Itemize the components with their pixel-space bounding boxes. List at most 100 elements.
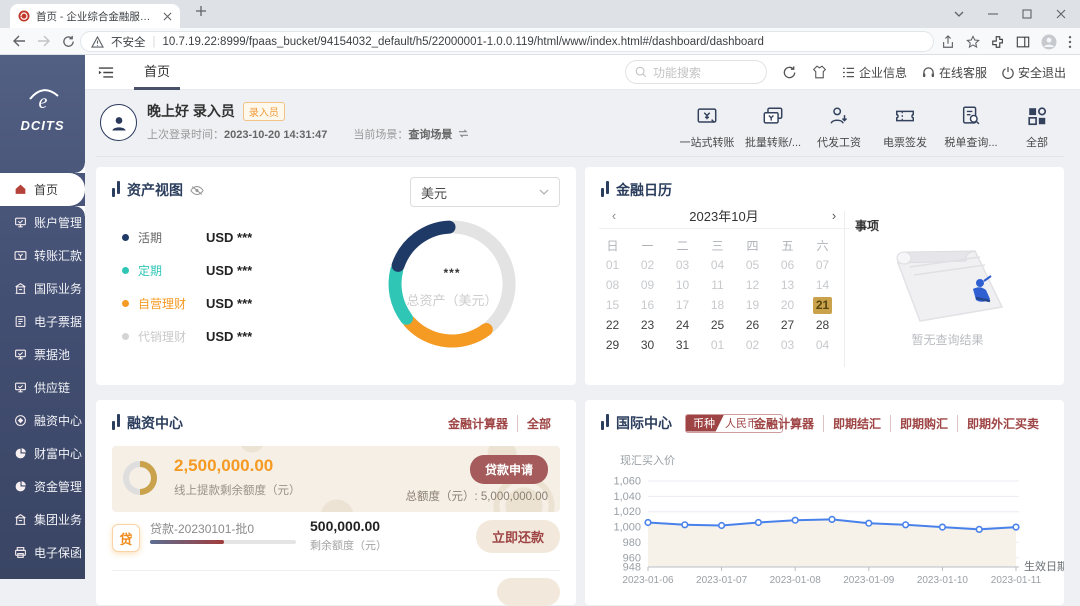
sidebar-item-1[interactable]: 账户管理: [0, 206, 85, 239]
financing-link-1[interactable]: 全部: [517, 415, 560, 432]
calendar-prev-icon[interactable]: ‹: [599, 208, 629, 223]
calendar-day[interactable]: 04: [700, 255, 735, 275]
refresh-icon[interactable]: [782, 65, 797, 80]
calendar-day[interactable]: 25: [700, 315, 735, 335]
currency-select[interactable]: 美元: [410, 177, 560, 207]
sidebar-item-0[interactable]: 首页: [0, 173, 85, 206]
international-link-2[interactable]: 即期购汇: [890, 415, 957, 432]
sidebar-item-6[interactable]: 供应链: [0, 371, 85, 404]
calendar-day[interactable]: 15: [595, 295, 630, 315]
calendar-day[interactable]: 29: [595, 335, 630, 355]
browser-menu-dots-icon[interactable]: [1068, 35, 1072, 49]
quick-action-1[interactable]: 批量转账/...: [740, 96, 806, 150]
calendar-day[interactable]: 07: [805, 255, 840, 275]
calendar-day[interactable]: 22: [595, 315, 630, 335]
sidebar-item-2[interactable]: 转账汇款: [0, 239, 85, 272]
function-search-input[interactable]: 功能搜索: [625, 60, 767, 84]
calendar-day[interactable]: 10: [665, 275, 700, 295]
menu-company-info[interactable]: 企业信息: [842, 64, 907, 81]
international-link-1[interactable]: 即期结汇: [823, 415, 890, 432]
app-tab-home[interactable]: 首页: [138, 55, 176, 90]
collapse-menu-icon[interactable]: [98, 66, 114, 79]
calendar-day[interactable]: 24: [665, 315, 700, 335]
maximize-icon[interactable]: [1010, 0, 1044, 28]
eye-off-icon[interactable]: [190, 185, 204, 196]
sidebar-item-7[interactable]: 融资中心: [0, 404, 85, 437]
events-label: 事项: [855, 217, 879, 234]
calendar-day[interactable]: 08: [595, 275, 630, 295]
calendar-day[interactable]: 06: [770, 255, 805, 275]
calendar-day[interactable]: 20: [770, 295, 805, 315]
sidebar-item-8[interactable]: 财富中心: [0, 437, 85, 470]
clipped-next-row-button[interactable]: [497, 578, 560, 606]
new-tab-icon[interactable]: [192, 5, 210, 17]
address-bar[interactable]: 不安全 | 10.7.19.22:8999/fpaas_bucket/94154…: [80, 31, 934, 52]
sidebar-item-9[interactable]: 资金管理: [0, 470, 85, 503]
calendar-day[interactable]: 14: [805, 275, 840, 295]
calendar-day[interactable]: 31: [665, 335, 700, 355]
quick-action-5[interactable]: 全部: [1004, 96, 1070, 150]
calendar-day[interactable]: 19: [735, 295, 770, 315]
bookmark-star-icon[interactable]: [966, 35, 980, 49]
menu-online-service[interactable]: 在线客服: [922, 64, 987, 81]
svg-text:960: 960: [623, 552, 641, 564]
tab-close-icon[interactable]: [163, 12, 172, 21]
calendar-day[interactable]: 18: [700, 295, 735, 315]
calendar-day[interactable]: 02: [630, 255, 665, 275]
reload-icon[interactable]: [56, 35, 81, 48]
calendar-day[interactable]: 28: [805, 315, 840, 335]
donut-center-value: ***: [372, 266, 532, 280]
minimize-icon[interactable]: [976, 0, 1010, 28]
quick-action-3[interactable]: 电票签发: [872, 96, 938, 150]
calendar-day-selected[interactable]: 21: [805, 295, 840, 315]
sidebar-item-3[interactable]: 国际业务: [0, 272, 85, 305]
sidebar-item-10[interactable]: 集团业务: [0, 503, 85, 536]
calendar-day[interactable]: 01: [595, 255, 630, 275]
quota-banner: 2,500,000.00 线上提款剩余额度（元） 贷款申请 总额度（元）: 5,…: [112, 446, 560, 512]
sidebar-item-5[interactable]: 票据池: [0, 338, 85, 371]
calendar-day[interactable]: 16: [630, 295, 665, 315]
browser-tab[interactable]: 首页 - 企业综合金融服务平台: [10, 4, 180, 28]
forward-icon[interactable]: [31, 35, 56, 47]
calendar-day[interactable]: 03: [770, 335, 805, 355]
profile-avatar-icon[interactable]: [1041, 34, 1057, 50]
calendar-day[interactable]: 27: [770, 315, 805, 335]
theme-skin-icon[interactable]: [812, 65, 827, 79]
repay-now-button[interactable]: 立即还款: [476, 520, 560, 553]
sidebar-item-label: 转账汇款: [34, 247, 82, 264]
calendar-day[interactable]: 17: [665, 295, 700, 315]
international-link-0[interactable]: 金融计算器: [745, 415, 823, 432]
browser-menu-chevron-icon[interactable]: [942, 0, 976, 28]
calendar-day[interactable]: 11: [700, 275, 735, 295]
financing-link-0[interactable]: 金融计算器: [439, 415, 517, 432]
sidebar-item-4[interactable]: 电子票据: [0, 305, 85, 338]
calendar-day[interactable]: 23: [630, 315, 665, 335]
quick-action-4[interactable]: 税单查询...: [938, 96, 1004, 150]
calendar-day[interactable]: 05: [735, 255, 770, 275]
calendar-day[interactable]: 26: [735, 315, 770, 335]
loan-name: 贷款-20230101-批0: [150, 520, 254, 537]
asset-panel-title: 资产视图: [127, 180, 183, 200]
quick-action-0[interactable]: 一站式转账: [674, 96, 740, 150]
calendar-day[interactable]: 13: [770, 275, 805, 295]
calendar-day[interactable]: 03: [665, 255, 700, 275]
calendar-day[interactable]: 09: [630, 275, 665, 295]
switch-scene-icon[interactable]: [458, 129, 469, 138]
calendar-day[interactable]: 30: [630, 335, 665, 355]
sidebar-item-11[interactable]: 电子保函: [0, 536, 85, 569]
calendar-day[interactable]: 12: [735, 275, 770, 295]
calendar-day[interactable]: 04: [805, 335, 840, 355]
menu-safe-logout[interactable]: 安全退出: [1002, 64, 1066, 81]
not-secure-warning-icon[interactable]: [91, 36, 104, 48]
calendar-day[interactable]: 01: [700, 335, 735, 355]
quick-action-2[interactable]: 代发工资: [806, 96, 872, 150]
close-icon[interactable]: [1044, 0, 1078, 28]
current-scene[interactable]: 当前场景：查询场景: [353, 126, 469, 142]
back-icon[interactable]: [6, 35, 31, 47]
share-icon[interactable]: [941, 35, 955, 49]
side-panel-icon[interactable]: [1016, 35, 1030, 49]
international-link-3[interactable]: 即期外汇买卖: [957, 415, 1048, 432]
loan-apply-button[interactable]: 贷款申请: [470, 455, 548, 484]
calendar-day[interactable]: 02: [735, 335, 770, 355]
extensions-puzzle-icon[interactable]: [991, 35, 1005, 49]
